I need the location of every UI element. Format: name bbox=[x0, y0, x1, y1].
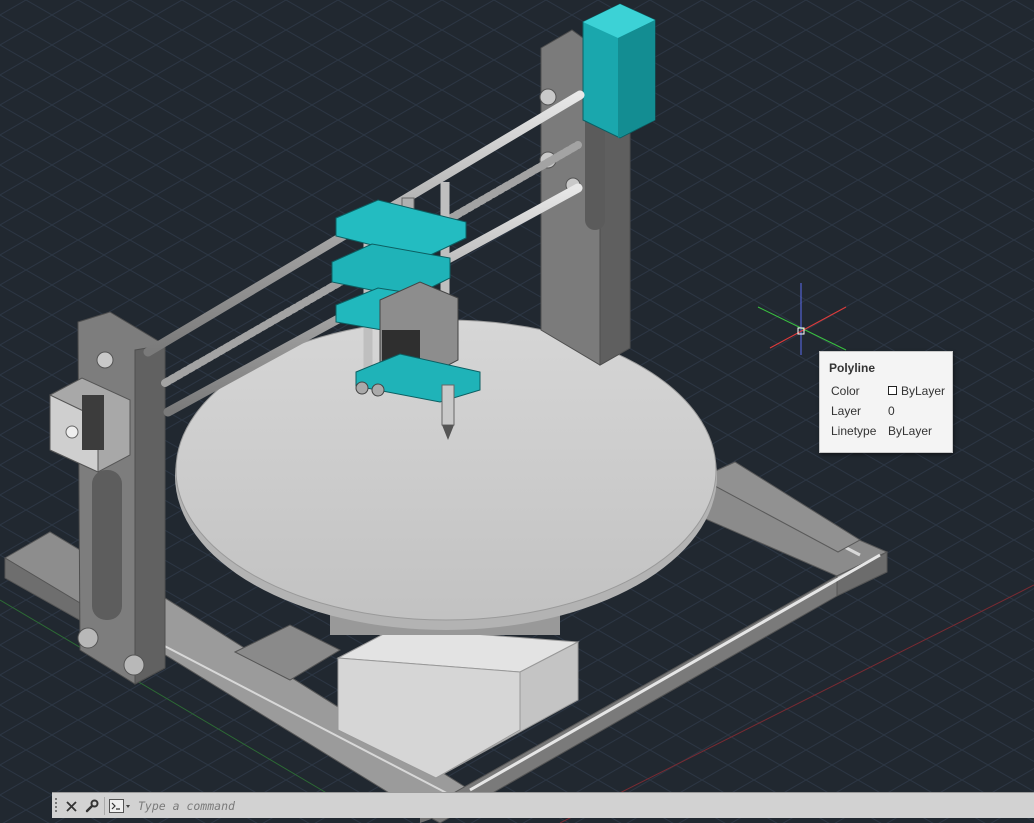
tooltip-title: Polyline bbox=[829, 361, 876, 375]
command-prompt-icon[interactable] bbox=[108, 797, 134, 815]
close-icon[interactable] bbox=[64, 797, 78, 815]
left-upright[interactable] bbox=[77, 311, 166, 685]
drag-grip-icon[interactable] bbox=[54, 797, 58, 813]
toolbar-divider bbox=[104, 797, 105, 815]
tooltip-label-color: Color bbox=[831, 384, 860, 398]
rollover-tooltip: Polyline Color ByLayer Layer 0 Linetype … bbox=[819, 351, 953, 453]
wrench-icon[interactable] bbox=[84, 797, 100, 815]
tooltip-label-linetype: Linetype bbox=[831, 424, 877, 438]
tooltip-row-layer: Layer 0 bbox=[831, 404, 951, 420]
tooltip-value-linetype: ByLayer bbox=[888, 424, 933, 438]
tooltip-row-linetype: Linetype ByLayer bbox=[831, 424, 951, 440]
color-swatch-icon bbox=[888, 386, 897, 395]
y-stepper-motor[interactable] bbox=[582, 3, 656, 139]
tooltip-value-layer: 0 bbox=[888, 404, 895, 418]
tooltip-label-layer: Layer bbox=[831, 404, 862, 418]
command-input[interactable] bbox=[138, 797, 838, 815]
command-line-bar bbox=[52, 792, 1034, 818]
tooltip-row-color: Color ByLayer bbox=[831, 384, 951, 400]
tooltip-value-color: ByLayer bbox=[901, 384, 946, 398]
